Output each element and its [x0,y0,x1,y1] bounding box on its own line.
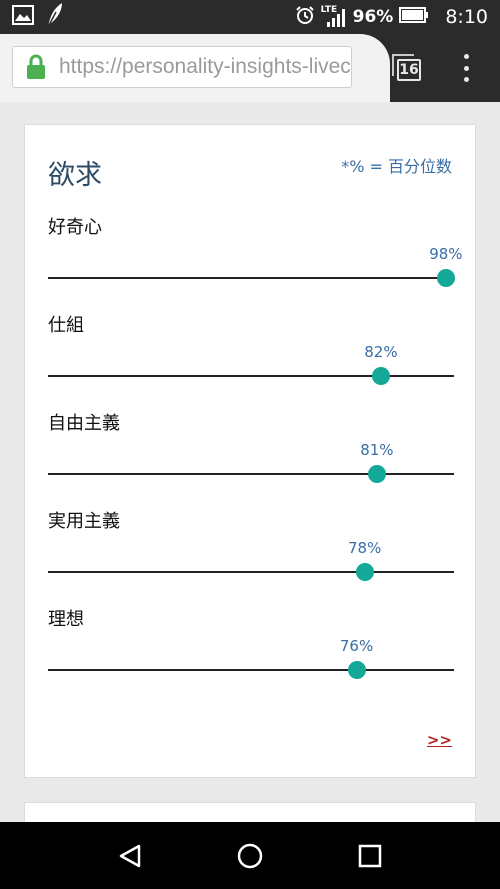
overflow-menu-button[interactable] [458,54,474,82]
menu-dot-icon [463,65,469,71]
url-area: https://personality-insights-livec [0,34,390,102]
metric-label: 自由主義 [48,413,120,434]
metric-track [48,669,454,671]
metric-track [48,277,454,279]
metric-percent: 81% [360,441,394,459]
metric-percent: 82% [364,343,398,361]
metric-percent: 78% [348,539,382,557]
metric-marker [436,269,455,287]
metric-row: 理想 76% [48,605,454,703]
battery-percent: 96% [352,7,394,27]
percentile-note: *% = 百分位数 [341,157,452,176]
metric-marker [367,465,386,483]
metric-marker [347,661,366,679]
menu-dot-icon [463,77,469,82]
metric-row: 実用主義 78% [48,507,454,605]
back-icon [119,844,141,867]
menu-dot-icon [463,54,469,59]
metric-label: 理想 [48,609,84,630]
recents-icon [358,844,382,867]
metric-percent: 98% [429,245,463,263]
home-icon [237,843,263,868]
needs-card: 欲求 *% = 百分位数 好奇心 98% 仕組 82% 自由主義 81% 実用主義 78% 理想… [24,124,476,778]
more-link[interactable]: >> [427,731,452,749]
card-title: 欲求 [48,160,102,191]
lock-icon [13,54,59,80]
status-bar: LTE 96% 8:10 [0,0,500,34]
signal-icon: LTE [321,5,347,29]
alarm-icon [295,5,315,30]
feather-icon [44,2,64,32]
metric-track [48,473,454,475]
metric-track [48,375,454,377]
battery-icon [399,6,429,28]
tab-switcher-button[interactable]: 16 [392,54,422,82]
url-text: https://personality-insights-livec [59,55,351,78]
page-content: 欲求 *% = 百分位数 好奇心 98% 仕組 82% 自由主義 81% 実用主義 78% 理想… [0,102,500,822]
metric-marker [371,367,390,385]
home-button[interactable] [230,836,270,876]
gallery-icon [12,5,34,29]
metric-label: 仕組 [48,315,84,336]
browser-toolbar: https://personality-insights-livec 16 [0,34,500,102]
metric-label: 好奇心 [48,217,102,238]
address-bar[interactable]: https://personality-insights-livec [12,46,352,88]
recents-button[interactable] [350,836,390,876]
metric-row: 自由主義 81% [48,409,454,507]
metric-marker [355,563,374,581]
back-button[interactable] [110,836,150,876]
metric-row: 仕組 82% [48,311,454,409]
tab-count: 16 [397,59,421,81]
next-card [24,802,476,822]
metric-percent: 76% [339,637,374,655]
metric-label: 実用主義 [48,511,120,532]
navigation-bar [0,822,500,889]
metric-track [48,571,454,573]
clock: 8:10 [445,6,488,28]
metric-row: 好奇心 98% [48,213,463,311]
